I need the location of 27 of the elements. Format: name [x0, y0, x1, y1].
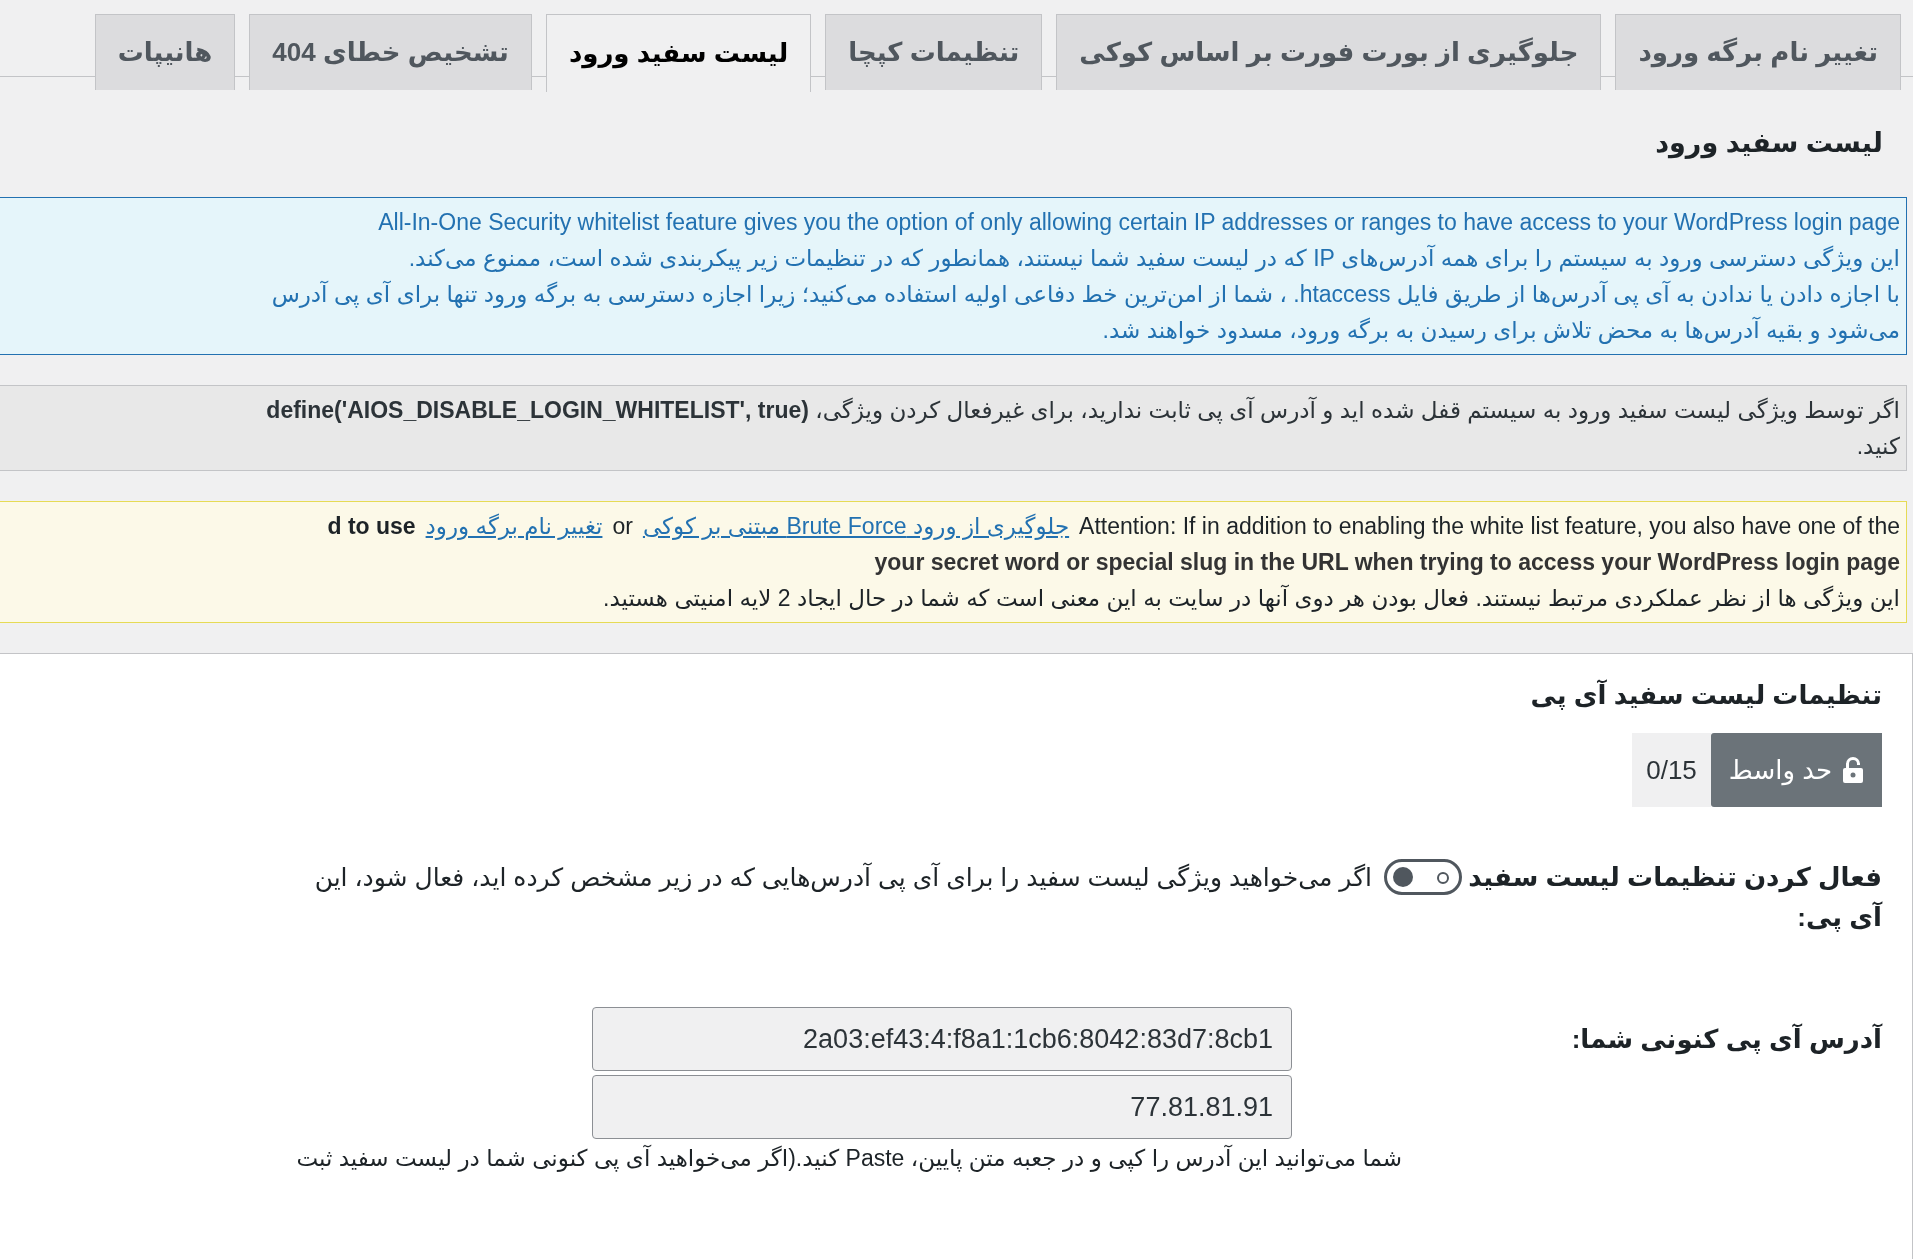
info-text: این ویژگی دسترسی ورود به سیستم را برای همه آدرس‌های IP که در لیست سفید شما نیستند، همانطور که در تنظیمات زیر پیکربندی شده است، ممنوع می‌کند. — [407, 244, 1900, 274]
ip-address-field[interactable]: 77.81.81.91 — [592, 1075, 1292, 1139]
ip-address-field[interactable]: 2a03:ef43:4:f8a1:1cb6:8042:83d7:8cb1 — [592, 1007, 1292, 1071]
lock-icon — [1842, 756, 1864, 784]
page-title: لیست سفید ورود — [1654, 127, 1883, 161]
info-text: می‌شود و بقیه آدرس‌ها به محض تلاش برای رسیدن به برگه ورود، مسدود خواهند شد. — [1101, 315, 1900, 346]
tab[interactable]: تغییر نام برگه ورود — [1615, 14, 1901, 90]
info-text: All-In-One Security whitelist feature gives you the option of only allowing certain IP addresses or ranges to have access to your WordPress login page — [377, 208, 1900, 237]
help-text: شما می‌توانید این آدرس را کپی و در جعبه متن پایین، Paste کنید.(اگر می‌خواهید آی پی کنونی شما در لیست سفید ثبت — [295, 1145, 1403, 1172]
link[interactable]: تغییر نام برگه ورود — [425, 508, 603, 544]
field-label: آدرس آی پی کنونی شما: — [1570, 1022, 1882, 1057]
score-count: 0/15 — [1632, 733, 1711, 807]
section-title: تنظیمات لیست سفید آی پی — [1529, 680, 1882, 711]
field-description: اگر می‌خواهید ویژگی لیست سفید را برای آی پی آدرس‌هایی که در زیر مشخص کرده اید، فعال شود، این — [314, 862, 1372, 892]
warning-text: your secret word or special slug in the URL when trying to access your WordPress login page — [873, 548, 1900, 577]
tab[interactable]: هانیپات — [94, 14, 236, 90]
field-label: فعال کردن تنظیمات لیست سفید آی پی: — [1467, 861, 1882, 934]
toggle-switch[interactable] — [1384, 859, 1462, 895]
tab[interactable]: لیست سفید ورود — [545, 14, 812, 92]
notice-text: کنید. — [1855, 432, 1900, 461]
link[interactable]: جلوگیری از ورود Brute Force مبتنی بر کوکی — [642, 508, 1070, 544]
tab[interactable]: جلوگیری از بورت فورت بر اساس کوکی — [1056, 14, 1602, 90]
warning-text: این ویژگی ها از نظر عملکردی مرتبط نیستند. فعال بودن هر دوی آنها در سایت به این معنی است که شما در حال ایجاد 2 لایه امنیتی هستید. — [602, 583, 1900, 614]
tab[interactable]: تنظیمات کپچا — [825, 14, 1043, 90]
info-text: با اجازه دادن یا ندادن به آی پی آدرس‌ها از طریق فایل htaccess. ، شما از امن‌ترین خط دفاعی اولیه استفاده می‌کنید؛ زیرا اجازه دسترسی به برگه ورود تنها برای آی پی آدرس — [270, 279, 1900, 310]
level-badge: حد واسط — [1710, 733, 1882, 807]
tab[interactable]: تشخیص خطای 404 — [249, 14, 532, 90]
